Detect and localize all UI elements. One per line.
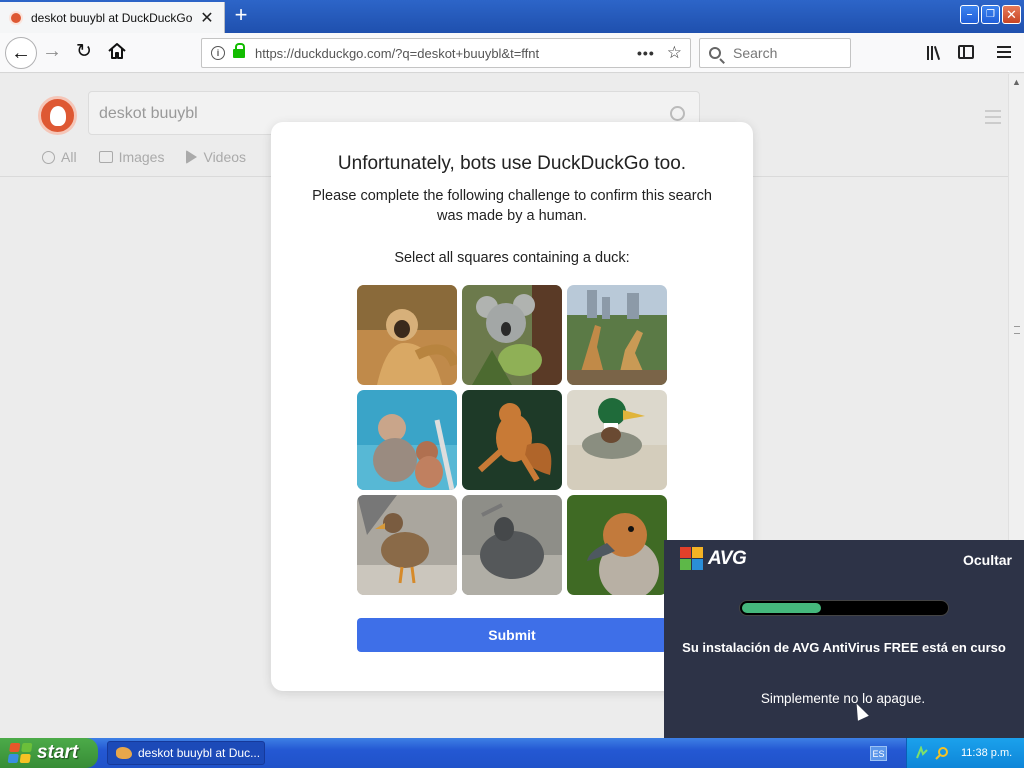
tab-all[interactable]: All bbox=[42, 149, 77, 165]
avg-logo-icon bbox=[680, 547, 704, 571]
back-arrow-icon: ← bbox=[11, 41, 31, 64]
result-tabs: All Images Videos bbox=[42, 149, 246, 165]
forward-arrow-icon: → bbox=[42, 40, 62, 62]
scroll-up-icon[interactable]: ▲ bbox=[1012, 77, 1021, 87]
home-icon[interactable] bbox=[107, 41, 127, 61]
tab-close-icon[interactable]: ✕ bbox=[196, 8, 218, 28]
library-icon[interactable] bbox=[926, 45, 944, 61]
duckduckgo-logo-icon[interactable] bbox=[38, 96, 77, 135]
start-label: start bbox=[37, 742, 79, 763]
page-menu-icon[interactable] bbox=[985, 110, 1001, 128]
search-query: deskot buuybl bbox=[99, 105, 198, 122]
search-icon bbox=[709, 47, 721, 59]
firefox-icon bbox=[116, 747, 132, 759]
grid-tile-giraffes[interactable] bbox=[567, 285, 667, 385]
avg-install-popup: AVG Ocultar Su instalación de AVG AntiVi… bbox=[664, 540, 1024, 738]
hide-button[interactable]: Ocultar bbox=[963, 552, 1012, 568]
window-controls: – ❐ ✕ bbox=[960, 5, 1021, 24]
reload-icon: ↻ bbox=[76, 41, 92, 62]
challenge-title: Unfortunately, bots use DuckDuckGo too. bbox=[337, 153, 687, 174]
search-icon bbox=[42, 150, 55, 164]
network-icon[interactable] bbox=[915, 746, 929, 760]
tab-images-label: Images bbox=[118, 149, 165, 165]
grid-tile-squirrel[interactable] bbox=[462, 390, 562, 490]
back-button[interactable]: ← bbox=[5, 37, 37, 69]
tab-all-label: All bbox=[61, 149, 77, 165]
taskbar: start deskot buuybl at Duc... ES 11:38 p… bbox=[0, 738, 1024, 768]
language-indicator[interactable]: ES bbox=[870, 746, 887, 761]
windows-logo-icon bbox=[7, 743, 33, 763]
tab-title: deskot buuybl at DuckDuckGo bbox=[31, 10, 193, 25]
search-placeholder: Search bbox=[733, 45, 778, 61]
grid-tile-whistling-duck[interactable] bbox=[567, 495, 667, 595]
hamburger-menu-icon[interactable] bbox=[997, 46, 1012, 59]
grid-tile-mallard-duck[interactable] bbox=[567, 390, 667, 490]
browser-search-input[interactable]: Search bbox=[699, 38, 851, 68]
url-text[interactable]: https://duckduckgo.com/?q=deskot+buuybl&… bbox=[255, 46, 637, 61]
navigation-bar: ← → ↻ i https://duckduckgo.com/?q=deskot… bbox=[0, 33, 1024, 73]
reload-button[interactable]: ↻ bbox=[76, 40, 92, 63]
tab-videos-label: Videos bbox=[203, 149, 247, 165]
clock: 11:38 p.m. bbox=[961, 747, 1013, 759]
lock-icon[interactable] bbox=[233, 43, 245, 59]
play-icon bbox=[186, 150, 198, 164]
search-tray-icon[interactable] bbox=[935, 746, 949, 760]
restore-button[interactable]: ❐ bbox=[981, 5, 1000, 24]
address-bar[interactable]: i https://duckduckgo.com/?q=deskot+buuyb… bbox=[201, 38, 691, 68]
grid-tile-monkeys[interactable] bbox=[357, 390, 457, 490]
taskbar-window-label: deskot buuybl at Duc... bbox=[138, 746, 261, 760]
info-icon[interactable]: i bbox=[211, 46, 225, 60]
grid-tile-gibbon[interactable] bbox=[357, 285, 457, 385]
browser-tab[interactable]: deskot buuybl at DuckDuckGo ✕ bbox=[0, 2, 225, 33]
avg-logo: AVG bbox=[680, 547, 747, 571]
minimize-button[interactable]: – bbox=[960, 5, 979, 24]
install-progress-bar bbox=[739, 600, 949, 616]
page-actions-icon[interactable]: ••• bbox=[637, 45, 655, 61]
bookmark-star-icon[interactable]: ☆ bbox=[667, 43, 682, 63]
system-tray: 11:38 p.m. bbox=[906, 738, 1024, 768]
install-note: Simplemente no lo apague. bbox=[760, 691, 926, 706]
tab-images[interactable]: Images bbox=[98, 149, 165, 165]
close-window-button[interactable]: ✕ bbox=[1002, 5, 1021, 24]
taskbar-window-item[interactable]: deskot buuybl at Duc... bbox=[107, 741, 265, 765]
new-tab-button[interactable]: + bbox=[230, 4, 252, 27]
tab-videos[interactable]: Videos bbox=[186, 149, 246, 165]
start-button[interactable]: start bbox=[0, 738, 98, 768]
install-message: Su instalación de AVG AntiVirus FREE est… bbox=[682, 640, 1006, 655]
grid-tile-sleeping-duck[interactable] bbox=[462, 495, 562, 595]
challenge-prompt: Select all squares containing a duck: bbox=[394, 250, 630, 266]
install-progress-fill bbox=[742, 603, 822, 613]
scroll-grip[interactable] bbox=[1014, 326, 1020, 334]
sidebar-icon[interactable] bbox=[958, 45, 974, 59]
challenge-subtitle: Please complete the following challenge … bbox=[312, 188, 712, 224]
duckduckgo-favicon-icon bbox=[9, 10, 23, 25]
image-icon bbox=[98, 151, 113, 163]
submit-button[interactable]: Submit bbox=[357, 618, 667, 652]
grid-tile-koala[interactable] bbox=[462, 285, 562, 385]
image-grid bbox=[357, 285, 667, 595]
avg-brand: AVG bbox=[708, 548, 747, 569]
forward-button[interactable]: → bbox=[42, 40, 62, 63]
title-bar: deskot buuybl at DuckDuckGo ✕ + – ❐ ✕ bbox=[0, 0, 1024, 33]
grid-tile-female-duck[interactable] bbox=[357, 495, 457, 595]
page-search-icon[interactable] bbox=[670, 106, 685, 121]
